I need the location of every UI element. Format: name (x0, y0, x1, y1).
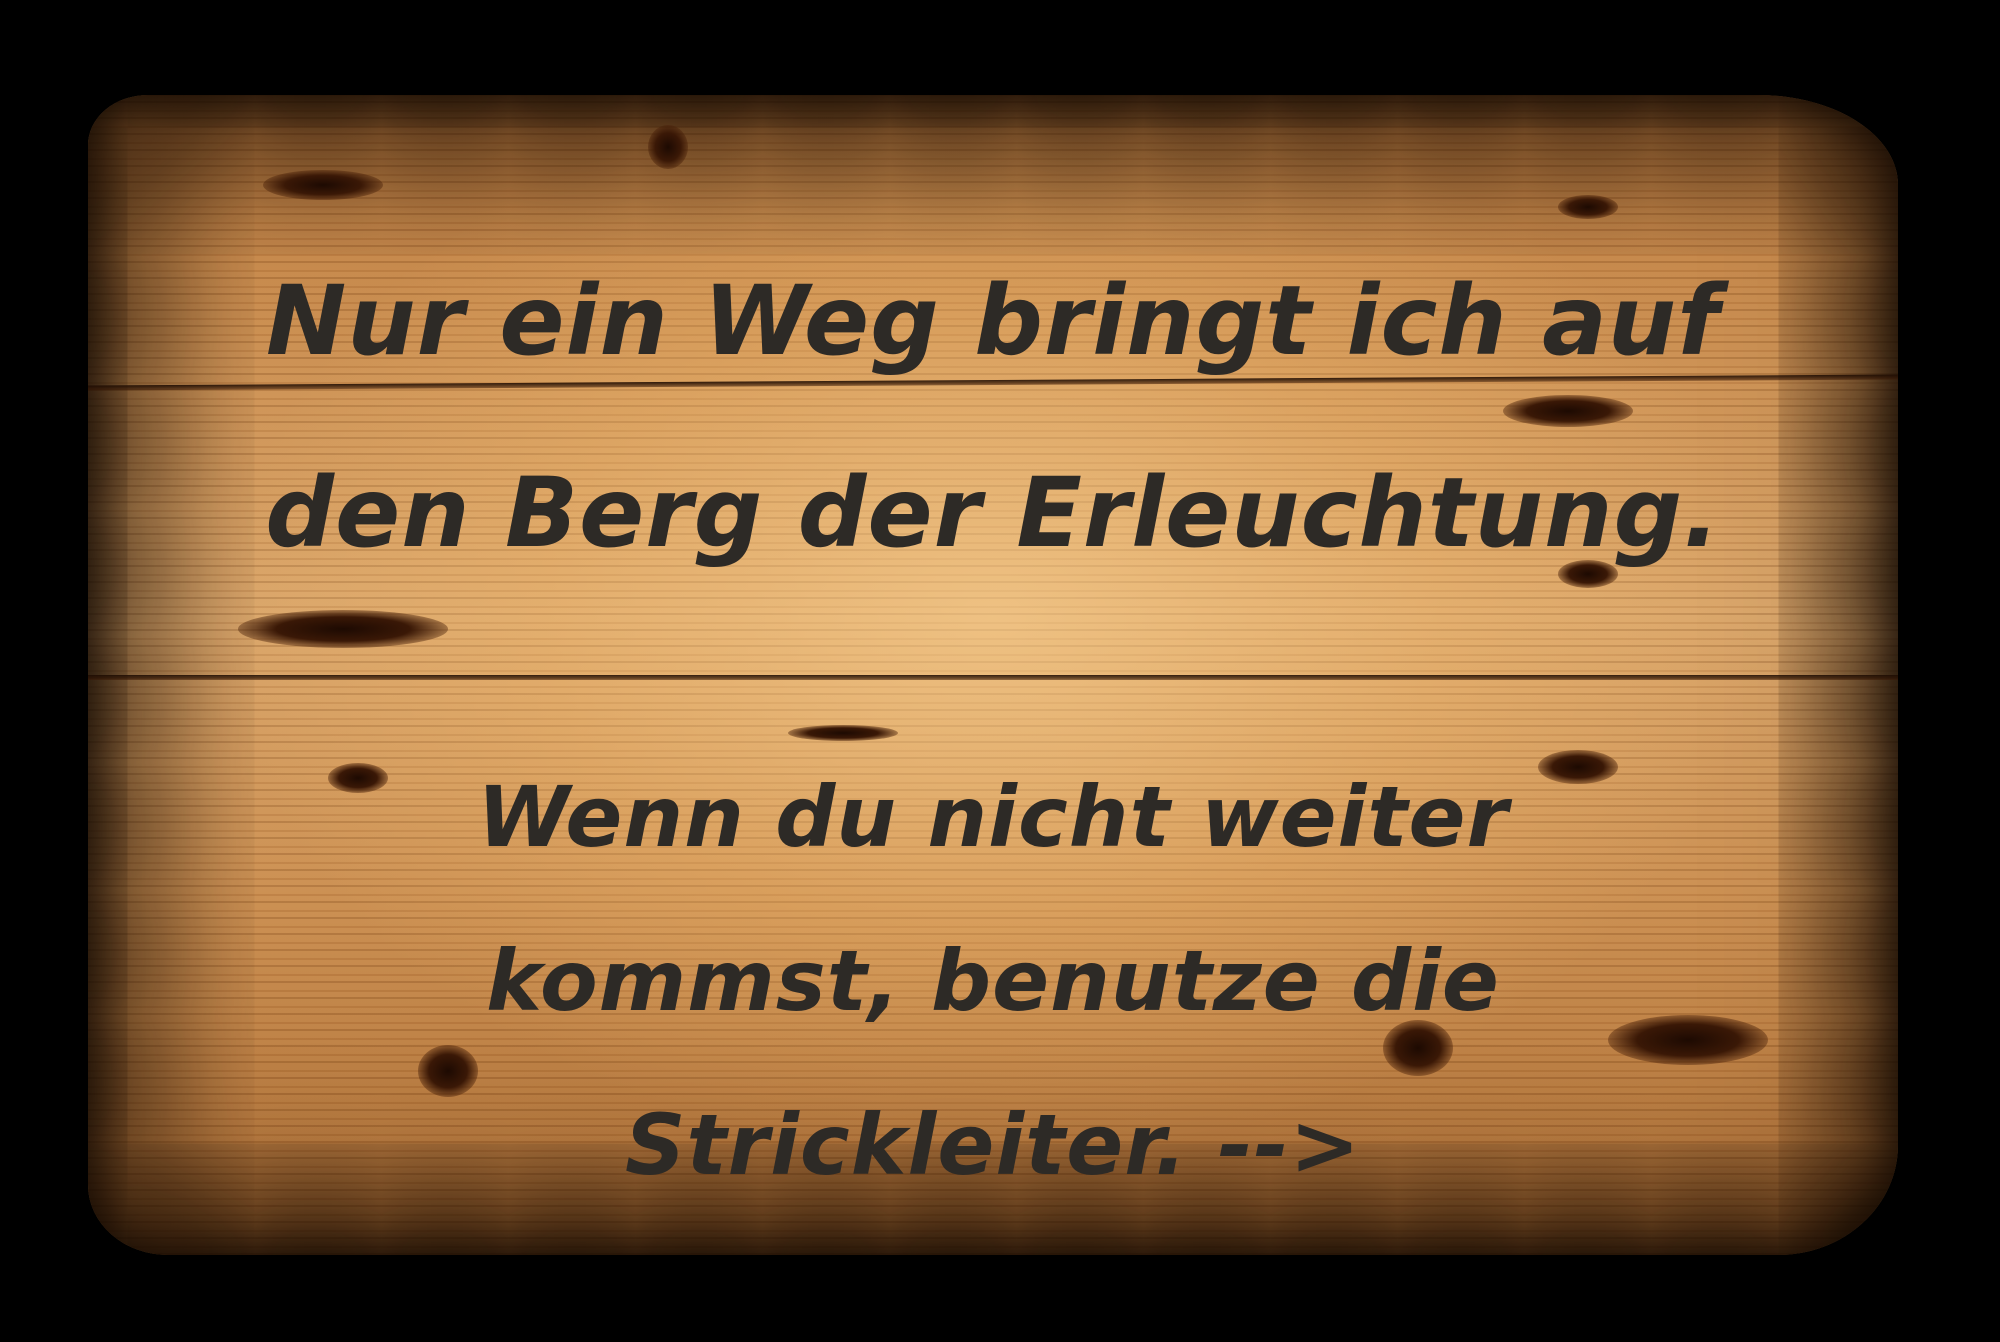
hint-line: Wenn du nicht weiter (477, 768, 1509, 866)
wood-knot (1558, 195, 1618, 219)
wood-knot (238, 610, 448, 648)
quote-line: den Berg der Erleuchtung. (265, 457, 1721, 569)
plank-seam (88, 675, 1898, 680)
hint-line: kommst, benutze die (486, 932, 1500, 1030)
wood-knot (263, 170, 383, 200)
sign-quote: Nur ein Weg bringt ich auf den Berg der … (88, 225, 1898, 609)
quote-line: Nur ein Weg bringt ich auf (265, 265, 1721, 377)
wood-knot (648, 125, 688, 169)
sign-hint: Wenn du nicht weiter kommst, benutze die… (88, 735, 1898, 1227)
hint-line: Strickleiter. --> (625, 1096, 1361, 1194)
